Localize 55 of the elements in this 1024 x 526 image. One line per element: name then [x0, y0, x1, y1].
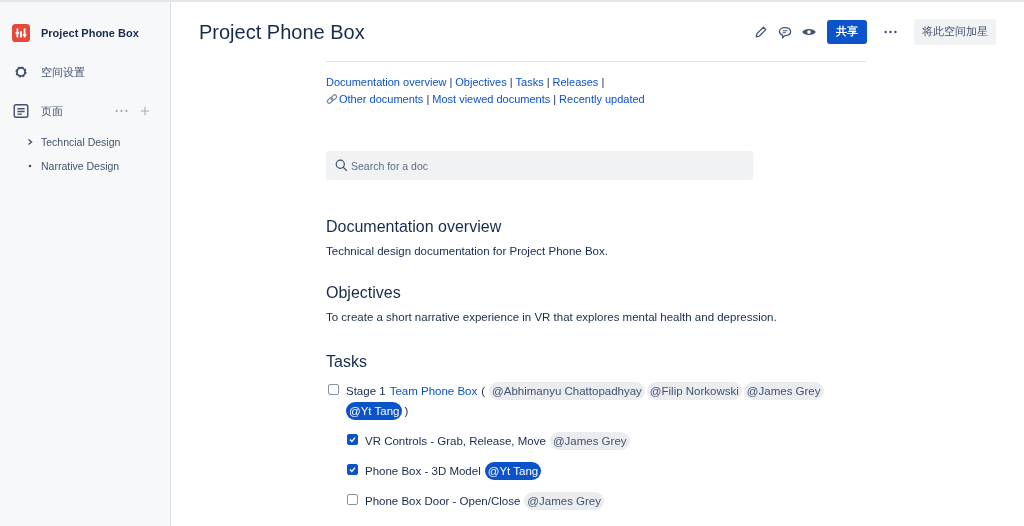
separator: | — [426, 93, 430, 105]
user-mention[interactable]: @Yt Tang — [346, 402, 403, 420]
task-text: Phone Box Door - Open/Close — [365, 495, 521, 507]
separator: | — [509, 76, 513, 88]
task-checkbox[interactable] — [328, 384, 339, 395]
share-button[interactable]: 共享 — [827, 20, 867, 44]
section-heading: Objectives — [326, 284, 402, 302]
edit-pencil-icon[interactable] — [753, 24, 769, 40]
nav-link[interactable]: Most viewed documents — [432, 93, 551, 105]
user-mention[interactable]: @Yt Tang — [484, 462, 542, 480]
link-icon — [326, 93, 338, 105]
bullet-icon — [26, 162, 34, 170]
team-link[interactable]: Team Phone Box — [389, 385, 478, 397]
section-text: Technical design documentation for Project Phone Box. — [326, 245, 609, 257]
chevron-icon[interactable] — [26, 138, 34, 146]
page-icon — [12, 102, 30, 120]
page-tree-item[interactable]: Techncial Design — [41, 136, 121, 148]
user-mention[interactable]: @James Grey — [549, 432, 630, 450]
section-text: To create a short narrative experience in VR that explores mental health and depression. — [326, 311, 778, 323]
nav-link[interactable]: Recently updated — [559, 93, 645, 105]
task-checkbox[interactable] — [347, 434, 358, 445]
search-icon — [335, 159, 348, 172]
search-field[interactable]: Search for a doc — [326, 151, 753, 180]
space-logo-icon — [12, 24, 30, 42]
nav-link[interactable]: Objectives — [455, 76, 507, 88]
user-mention[interactable]: @James Grey — [524, 492, 604, 510]
separator: | — [601, 76, 605, 88]
nav-link[interactable]: Documentation overview — [326, 76, 447, 88]
more-icon[interactable] — [884, 30, 897, 34]
task-text: ) — [404, 405, 409, 417]
task-text: Stage 1 — [346, 385, 386, 397]
task-checkbox[interactable] — [347, 494, 358, 505]
separator: | — [449, 76, 453, 88]
space-settings-link[interactable]: 空间设置 — [41, 64, 85, 80]
nav-link[interactable]: Other documents — [326, 93, 424, 105]
space-name[interactable]: Project Phone Box — [41, 27, 139, 39]
user-mention[interactable]: @James Grey — [743, 382, 824, 400]
comment-icon[interactable] — [777, 24, 793, 40]
task-checkbox[interactable] — [347, 464, 358, 475]
star-space-button[interactable]: 将此空间加星 — [914, 19, 996, 45]
user-mention[interactable]: @Abhimanyu Chattopadhyay — [489, 382, 645, 400]
page-title: Project Phone Box — [199, 20, 365, 44]
pages-label[interactable]: 页面 — [41, 103, 115, 119]
task-text: Phone Box - 3D Model — [365, 465, 481, 477]
task-text: ( — [481, 385, 486, 397]
nav-link[interactable]: Tasks — [515, 76, 544, 88]
separator: | — [553, 93, 557, 105]
settings-icon[interactable] — [12, 63, 30, 81]
nav-link[interactable]: Releases — [552, 76, 599, 88]
page-tree-item[interactable]: Narrative Design — [41, 160, 120, 172]
section-heading: Tasks — [326, 353, 368, 371]
task-text: VR Controls - Grab, Release, Move — [365, 435, 546, 447]
separator: | — [546, 76, 550, 88]
user-mention[interactable]: @Filip Norkowski — [646, 382, 742, 400]
section-heading: Documentation overview — [326, 218, 503, 236]
